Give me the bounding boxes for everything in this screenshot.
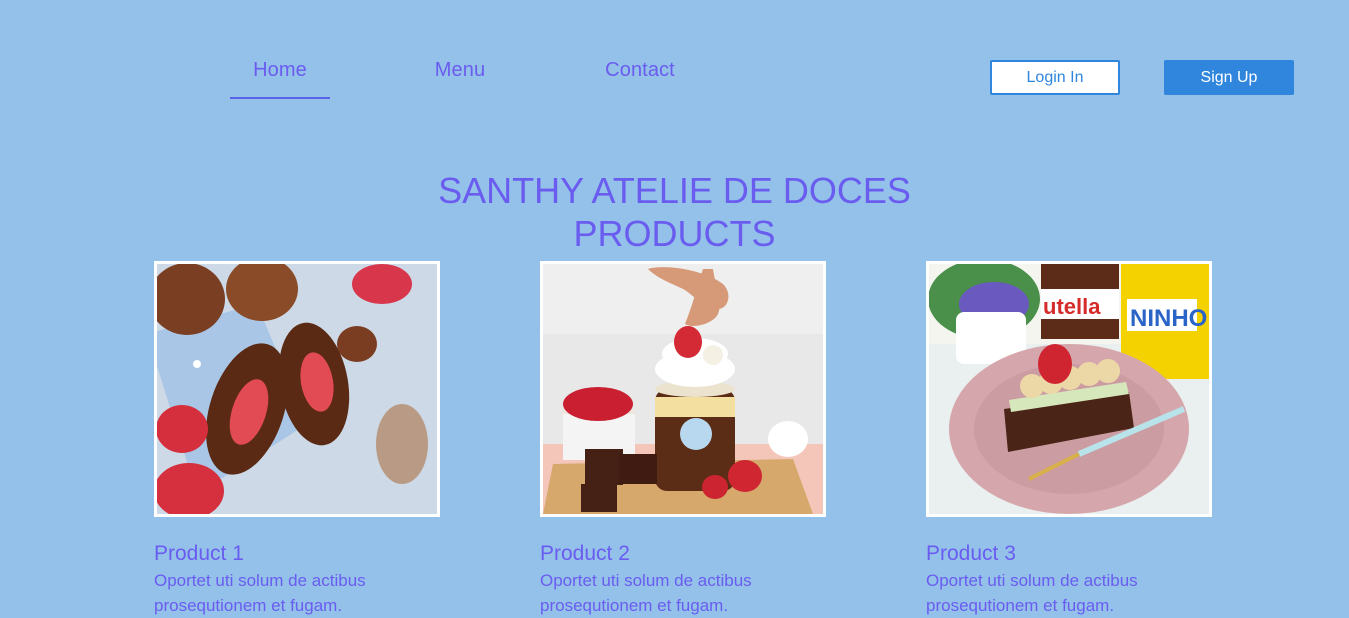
nav-home[interactable]: Home	[230, 58, 330, 82]
product-description: Oportet uti solum de actibus proseqution…	[926, 571, 1138, 615]
product-image[interactable]: utella NINHO	[926, 261, 1212, 517]
nutella-label: utella	[1043, 294, 1101, 319]
signup-button[interactable]: Sign Up	[1164, 60, 1294, 95]
page-title: SANTHY ATELIE DE DOCES PRODUCTS	[0, 169, 1349, 255]
cake-slice-image: utella NINHO	[929, 264, 1209, 514]
ninho-label: NINHO	[1130, 305, 1207, 332]
product-card[interactable]: Product 2 Oportet uti solum de actibus p…	[540, 261, 826, 618]
product-card[interactable]: utella NINHO Product 3 Oportet uti solum…	[926, 261, 1212, 618]
product-card[interactable]: Product 1 Oportet uti solum de actibus p…	[154, 261, 440, 618]
nav-menu[interactable]: Menu	[410, 58, 510, 82]
product-image[interactable]	[154, 261, 440, 517]
product-description: Oportet uti solum de actibus proseqution…	[154, 571, 366, 615]
product-description: Oportet uti solum de actibus proseqution…	[540, 571, 752, 615]
login-button[interactable]: Login In	[990, 60, 1120, 95]
product-name[interactable]: Product 1	[154, 543, 440, 565]
nav-active-indicator	[230, 97, 330, 99]
dessert-cup-image	[543, 264, 823, 514]
truffles-image	[157, 264, 437, 514]
product-name[interactable]: Product 3	[926, 543, 1212, 565]
product-image[interactable]	[540, 261, 826, 517]
product-name[interactable]: Product 2	[540, 543, 826, 565]
page-title-line-2: PRODUCTS	[573, 213, 776, 255]
page-title-line-1: SANTHY ATELIE DE DOCES	[438, 170, 911, 212]
nav-contact[interactable]: Contact	[590, 58, 690, 82]
